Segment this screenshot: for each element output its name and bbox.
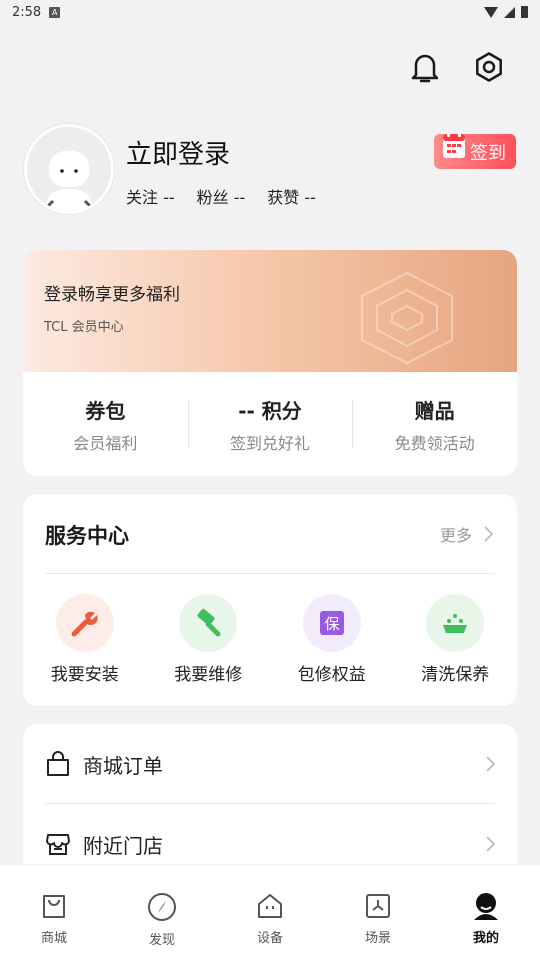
profile-section: 立即登录 关注 -- 粉丝 -- 获赞 -- 签到 [24, 124, 516, 216]
service-center-card: 服务中心 更多 我要安装 我要维修 保 包修权益 清洗保养 [23, 494, 517, 706]
calendar-icon [443, 131, 465, 158]
member-subtitle: TCL 会员中心 [44, 320, 124, 335]
home-device-icon [258, 894, 282, 918]
tab-mine[interactable]: 我的 [432, 865, 540, 960]
gear-icon [476, 52, 502, 82]
bag-tab-icon [43, 895, 65, 918]
repair-icon-circle [179, 594, 238, 652]
service-center-title: 服务中心 [45, 524, 129, 548]
divider [45, 573, 495, 574]
scene-icon [366, 894, 390, 918]
wrench-icon [71, 611, 98, 637]
gift-value: 赠品 [414, 398, 455, 423]
repair-label: 我要维修 [174, 665, 243, 685]
cellular-icon [504, 6, 515, 18]
cleaning-service[interactable]: 清洗保养 [394, 594, 518, 685]
checkin-button[interactable]: 签到 [434, 131, 516, 169]
tab-mall-label: 商城 [40, 931, 67, 946]
hammer-icon [197, 608, 221, 637]
warranty-icon: 保 [319, 611, 344, 635]
cleaning-icon-circle [426, 594, 485, 652]
status-time: 2:58 [12, 4, 42, 20]
tab-scenes[interactable]: 场景 [324, 865, 432, 960]
hexagon-pattern-decoration [361, 271, 453, 365]
checkin-label: 签到 [470, 142, 506, 164]
install-icon-circle [55, 594, 114, 652]
tab-discover-label: 发现 [148, 933, 175, 948]
points-item[interactable]: -- 积分 签到兑好礼 [187, 372, 353, 476]
default-avatar-icon [27, 127, 111, 211]
tab-devices-label: 设备 [256, 931, 283, 946]
tab-discover[interactable]: 发现 [108, 865, 216, 960]
chevron-right-icon [486, 836, 495, 852]
status-bar: 2:58 A [0, 0, 540, 24]
battery-icon [521, 6, 528, 18]
bell-icon [411, 54, 439, 83]
chevron-right-icon [484, 526, 493, 542]
cleaning-icon [443, 614, 468, 633]
service-more-link[interactable]: 更多 [440, 522, 493, 546]
tab-scenes-label: 场景 [364, 931, 391, 946]
warranty-service[interactable]: 保 包修权益 [270, 594, 394, 685]
repair-service[interactable]: 我要维修 [147, 594, 271, 685]
tab-mine-label: 我的 [472, 931, 499, 946]
points-label: 签到兑好礼 [230, 433, 311, 453]
compass-icon [148, 893, 176, 921]
social-stats: 关注 -- 粉丝 -- 获赞 -- [126, 184, 316, 208]
warranty-label: 包修权益 [297, 665, 366, 685]
likes-count[interactable]: 获赞 -- [267, 184, 316, 208]
login-link[interactable]: 立即登录 [126, 134, 230, 171]
cleaning-label: 清洗保养 [421, 665, 490, 685]
install-label: 我要安装 [50, 665, 119, 685]
coupon-pack-label: 会员福利 [73, 433, 138, 453]
followers-count[interactable]: 粉丝 -- [197, 184, 246, 208]
following-count[interactable]: 关注 -- [126, 184, 175, 208]
profile-icon [474, 893, 498, 920]
install-service[interactable]: 我要安装 [23, 594, 147, 685]
list-item-orders[interactable]: 商城订单 [23, 724, 517, 804]
coupon-pack-item[interactable]: 券包 会员福利 [23, 372, 188, 476]
warranty-icon-circle: 保 [302, 594, 361, 652]
menu-list-card: 商城订单 附近门店 [23, 724, 517, 884]
member-card[interactable]: 登录畅享更多福利 TCL 会员中心 券包 会员福利 -- 积分 签到兑好礼 赠品… [23, 250, 517, 476]
avatar[interactable] [24, 124, 114, 214]
tab-devices[interactable]: 设备 [216, 865, 324, 960]
warranty-glyph: 保 [324, 615, 339, 633]
wifi-icon [484, 6, 498, 18]
service-items: 我要安装 我要维修 保 包修权益 清洗保养 [23, 594, 517, 685]
orders-label: 商城订单 [83, 753, 163, 778]
bottom-tab-bar: 商城 发现 设备 场景 我的 [0, 864, 540, 960]
header-actions [408, 48, 506, 86]
gift-item[interactable]: 赠品 免费领活动 [352, 372, 517, 476]
points-value: -- 积分 [238, 398, 302, 423]
member-banner[interactable]: 登录畅享更多福利 TCL 会员中心 [23, 250, 517, 372]
store-icon [46, 834, 70, 855]
chevron-right-icon [486, 756, 495, 772]
coupon-pack-value: 券包 [85, 398, 126, 423]
notification-a-icon: A [49, 6, 61, 18]
member-title: 登录畅享更多福利 [44, 285, 180, 305]
notification-bell-button[interactable] [408, 48, 442, 86]
stores-label: 附近门店 [83, 833, 163, 858]
tab-mall[interactable]: 商城 [0, 865, 108, 960]
member-stats: 券包 会员福利 -- 积分 签到兑好礼 赠品 免费领活动 [23, 372, 517, 476]
gift-label: 免费领活动 [394, 433, 475, 453]
settings-button[interactable] [472, 48, 506, 86]
service-more-label: 更多 [439, 526, 472, 545]
shopping-bag-icon [47, 751, 69, 776]
